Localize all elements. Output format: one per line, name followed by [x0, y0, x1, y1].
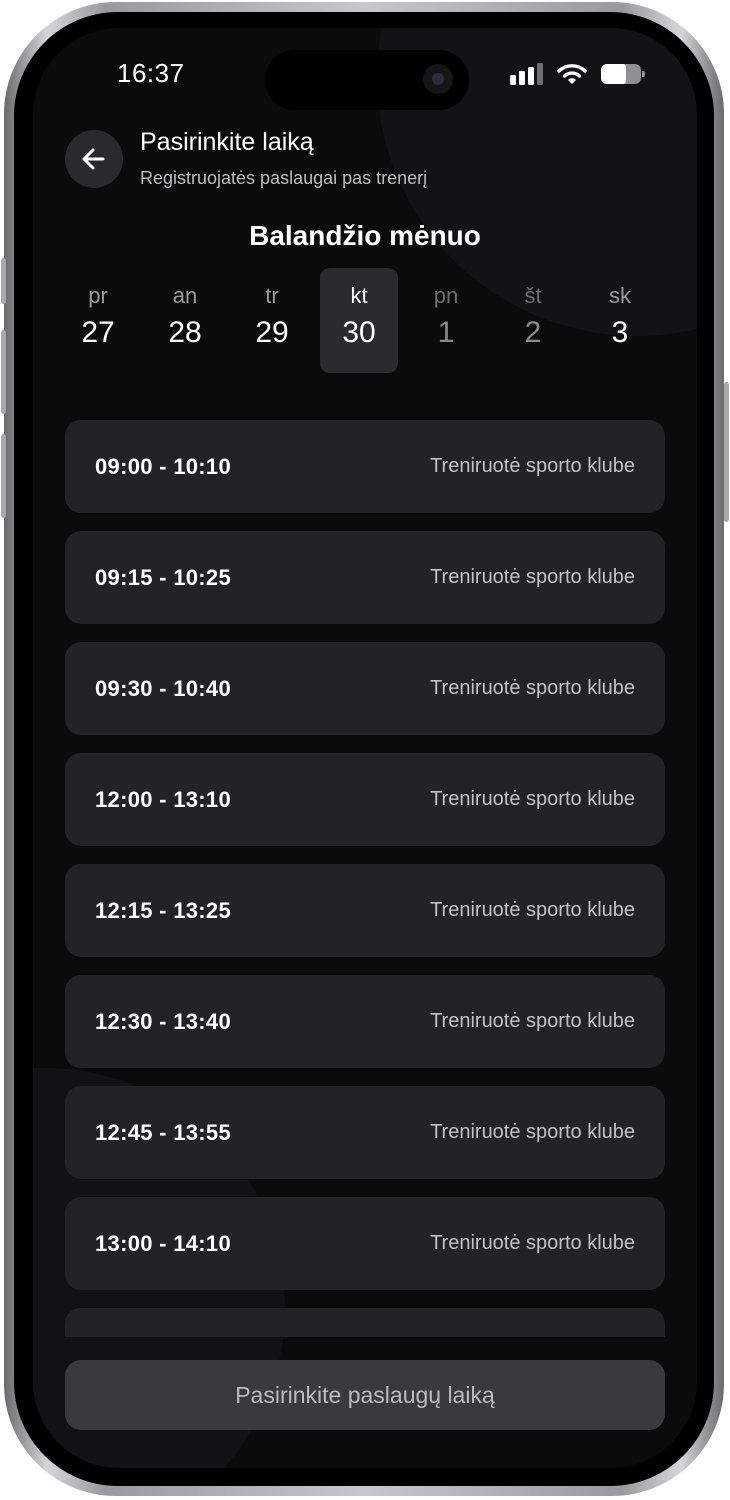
slot-time: 09:30 - 10:40: [95, 676, 231, 701]
day-label: št: [524, 283, 542, 308]
day-cell[interactable]: sk 3: [581, 268, 659, 373]
day-cell[interactable]: an 28: [146, 268, 224, 373]
select-time-button[interactable]: Pasirinkite paslaugų laiką: [65, 1360, 665, 1430]
status-icons: [510, 62, 645, 86]
time-slot[interactable]: 09:30 - 10:40 Treniruotė sporto klube: [65, 642, 665, 735]
slot-service: Treniruotė sporto klube: [430, 677, 635, 699]
status-time: 16:37: [117, 58, 185, 88]
day-cell[interactable]: pr 27: [59, 268, 137, 373]
day-cell[interactable]: tr 29: [233, 268, 311, 373]
time-slot[interactable]: 13:00 - 14:10 Treniruotė sporto klube: [65, 1197, 665, 1290]
time-slot[interactable]: [65, 1308, 665, 1337]
day-number: 30: [342, 316, 376, 349]
day-number: 2: [524, 316, 542, 349]
page-subtitle: Registruojatės paslaugai pas trenerį: [140, 168, 428, 188]
day-label: kt: [350, 283, 368, 308]
day-label: pn: [433, 283, 459, 308]
time-slot[interactable]: 12:15 - 13:25 Treniruotė sporto klube: [65, 864, 665, 957]
slot-service: Treniruotė sporto klube: [430, 788, 635, 810]
slot-time: 09:15 - 10:25: [95, 565, 231, 590]
day-cell[interactable]: pn 1: [407, 268, 485, 373]
day-number: 1: [437, 316, 455, 349]
day-number: 3: [611, 316, 629, 349]
slot-time: 12:15 - 13:25: [95, 898, 231, 923]
time-slot[interactable]: 09:15 - 10:25 Treniruotė sporto klube: [65, 531, 665, 624]
slot-time: 12:00 - 13:10: [95, 787, 231, 812]
day-number: 27: [81, 316, 115, 349]
slot-service: Treniruotė sporto klube: [430, 455, 635, 477]
time-slot[interactable]: 09:00 - 10:10 Treniruotė sporto klube: [65, 420, 665, 513]
day-cell-selected[interactable]: kt 30: [320, 268, 398, 373]
slot-time: 13:00 - 14:10: [95, 1231, 231, 1256]
volume-down-button: [1, 434, 6, 518]
arrow-left-icon: [82, 148, 105, 170]
page-title: Pasirinkite laiką: [140, 128, 314, 156]
day-cell[interactable]: št 2: [494, 268, 572, 373]
slot-service: Treniruotė sporto klube: [430, 1121, 635, 1143]
back-button[interactable]: [65, 130, 123, 188]
day-label: pr: [88, 283, 108, 308]
battery-icon: [601, 64, 645, 84]
signal-icon: [510, 63, 543, 85]
slot-service: Treniruotė sporto klube: [430, 899, 635, 921]
camera-icon: [423, 64, 453, 94]
slot-service: Treniruotė sporto klube: [430, 566, 635, 588]
month-title: Balandžio mėnuo: [249, 220, 481, 251]
app-screen: 16:37 Pasirinkite laiką Registruojatės p…: [33, 28, 697, 1468]
slot-service: Treniruotė sporto klube: [430, 1232, 635, 1254]
action-button: [1, 258, 6, 304]
slot-time: 12:45 - 13:55: [95, 1120, 231, 1145]
wifi-icon: [557, 64, 587, 84]
time-slot[interactable]: 12:45 - 13:55 Treniruotė sporto klube: [65, 1086, 665, 1179]
time-slot[interactable]: 12:00 - 13:10 Treniruotė sporto klube: [65, 753, 665, 846]
volume-up-button: [1, 330, 6, 414]
time-slot[interactable]: 12:30 - 13:40 Treniruotė sporto klube: [65, 975, 665, 1068]
day-number: 29: [255, 316, 289, 349]
day-number: 28: [168, 316, 202, 349]
day-label: tr: [265, 283, 279, 308]
slot-service: Treniruotė sporto klube: [430, 1010, 635, 1032]
day-label: sk: [609, 283, 631, 308]
slot-time: 12:30 - 13:40: [95, 1009, 231, 1034]
slot-time: 09:00 - 10:10: [95, 454, 231, 479]
time-slot-list[interactable]: 09:00 - 10:10 Treniruotė sporto klube 09…: [65, 420, 665, 1337]
day-label: an: [172, 283, 198, 308]
day-strip: pr 27 an 28 tr 29 kt 30 pn 1 št 2 sk 3: [59, 268, 671, 373]
power-button: [724, 382, 729, 522]
